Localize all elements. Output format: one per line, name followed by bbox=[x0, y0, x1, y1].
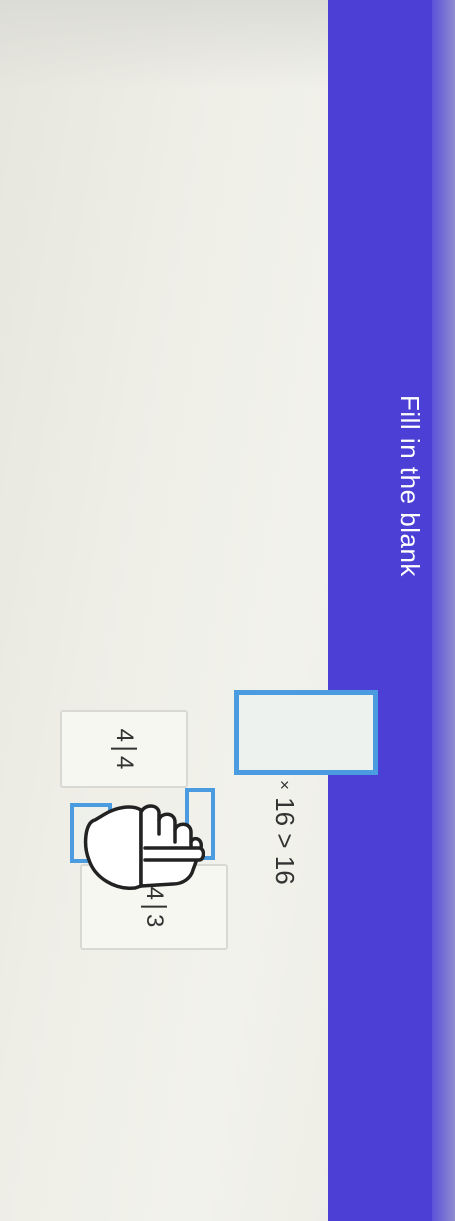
fraction-bar bbox=[111, 748, 137, 750]
result-value: 16 bbox=[270, 855, 300, 885]
banner-edge bbox=[432, 0, 455, 1221]
relation-sign: > bbox=[270, 833, 300, 849]
fraction: 4 4 bbox=[111, 728, 138, 770]
multiply-sign: × bbox=[275, 780, 294, 790]
answer-drop-box[interactable] bbox=[234, 690, 378, 775]
hand-pointer-icon bbox=[83, 804, 205, 890]
fraction-denominator: 4 bbox=[111, 728, 138, 742]
choice-tile-4-4[interactable]: 4 4 bbox=[60, 710, 188, 788]
fraction-numerator: 4 bbox=[111, 756, 138, 770]
equation-text: × 16 > 16 bbox=[269, 780, 300, 885]
factor-value: 16 bbox=[270, 797, 300, 827]
fraction-bar bbox=[141, 906, 167, 908]
page-title: Fill in the blank bbox=[395, 395, 425, 577]
fraction-numerator: 3 bbox=[141, 914, 168, 928]
